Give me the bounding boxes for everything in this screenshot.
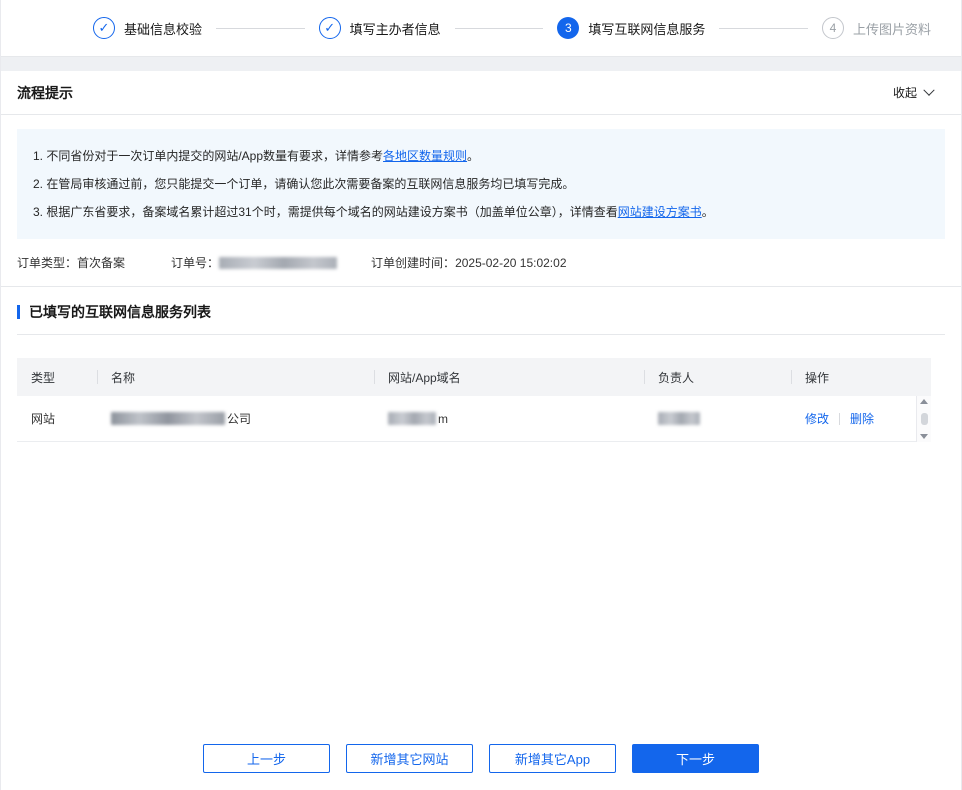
step-upload-materials: 4 上传图片资料: [821, 17, 931, 39]
tip-text: 1. 不同省份对于一次订单内提交的网站/App数量有要求，详情参考: [33, 149, 384, 163]
region-quota-rules-link[interactable]: 各地区数量规则: [383, 149, 467, 163]
add-other-website-button[interactable]: 新增其它网站: [346, 744, 473, 773]
column-header-action: 操作: [791, 358, 915, 396]
step-indicator: ✓ 基础信息校验 ✓ 填写主办者信息 3 填写互联网信息服务 4 上传图片资料: [1, 0, 961, 57]
section-underline: [17, 334, 945, 335]
process-tips-header: 流程提示 收起: [1, 71, 961, 115]
icp-filing-page: ✓ 基础信息校验 ✓ 填写主办者信息 3 填写互联网信息服务 4 上传图片资料 …: [0, 0, 962, 790]
scroll-down-icon[interactable]: [920, 434, 928, 439]
website-construction-plan-link[interactable]: 网站建设方案书: [618, 205, 702, 219]
tip-line: 1. 不同省份对于一次订单内提交的网站/App数量有要求，详情参考各地区数量规则…: [33, 142, 929, 170]
column-header-type: 类型: [31, 370, 56, 385]
check-circle-icon: ✓: [93, 17, 115, 39]
redacted-company-name: [111, 412, 225, 425]
redacted-domain: [388, 412, 436, 425]
check-icon: ✓: [98, 20, 110, 35]
order-time-label: 订单创建时间：: [371, 256, 456, 270]
cell-domain: m: [374, 412, 644, 426]
step-number-badge: 4: [821, 17, 844, 39]
table-row: 网站 公司 m 修改 删除: [17, 396, 931, 442]
order-number-label: 订单号：: [171, 256, 220, 270]
chevron-down-icon: [923, 84, 935, 96]
column-header-name: 名称: [97, 358, 374, 396]
scroll-up-icon[interactable]: [920, 399, 928, 404]
page-gap: [1, 57, 961, 71]
order-number: 订单号：: [171, 254, 338, 271]
step-connector-line: [454, 27, 544, 29]
step-label: 上传图片资料: [852, 21, 931, 37]
step-connector-line: [719, 27, 808, 29]
step-basic-info: ✓ 基础信息校验: [93, 17, 202, 39]
tip-line: 3. 根据广东省要求，备案域名累计超过31个时，需提供每个域名的网站建设方案书（…: [33, 198, 929, 226]
tip-text: 。: [467, 149, 480, 163]
service-list-section-header: 已填写的互联网信息服务列表: [1, 287, 961, 334]
delete-link[interactable]: 删除: [850, 410, 874, 427]
check-icon: ✓: [324, 20, 336, 35]
main-panel: 流程提示 收起 1. 不同省份对于一次订单内提交的网站/App数量有要求，详情参…: [1, 71, 961, 790]
table-header-row: 类型 名称 网站/App域名 负责人 操作: [17, 358, 931, 396]
table-scrollbar[interactable]: [916, 396, 931, 442]
tip-text: 3. 根据广东省要求，备案域名累计超过31个时，需提供每个域名的网站建设方案书（…: [33, 205, 618, 219]
cell-name: 公司: [97, 410, 374, 427]
tips-box: 1. 不同省份对于一次订单内提交的网站/App数量有要求，详情参考各地区数量规则…: [17, 129, 945, 239]
column-header-domain: 网站/App域名: [374, 358, 644, 396]
section-title-text: 已填写的互联网信息服务列表: [29, 304, 211, 320]
domain-suffix: m: [438, 411, 448, 426]
panel-title: 流程提示: [17, 84, 73, 101]
redacted-order-number: [219, 256, 338, 269]
order-type-label: 订单类型：: [17, 256, 78, 270]
tip-line: 2. 在管局审核通过前，您只能提交一个订单，请确认您此次需要备案的互联网信息服务…: [33, 170, 929, 198]
order-type: 订单类型： 首次备案: [17, 254, 125, 271]
step-number-badge: 3: [557, 17, 580, 39]
company-name-suffix: 公司: [227, 412, 252, 426]
tip-text: 2. 在管局审核通过前，您只能提交一个订单，请确认您此次需要备案的互联网信息服务…: [33, 177, 575, 191]
next-step-button[interactable]: 下一步: [632, 744, 759, 773]
collapse-label: 收起: [892, 86, 917, 100]
service-table: 类型 名称 网站/App域名 负责人 操作 网站 公司 m 修改 删除: [17, 358, 931, 442]
cell-type: 网站: [31, 412, 56, 426]
previous-step-button[interactable]: 上一步: [203, 744, 330, 773]
check-circle-icon: ✓: [318, 17, 341, 39]
section-accent-bar: [17, 305, 20, 319]
step-label: 基础信息校验: [124, 21, 203, 37]
scrollbar-thumb[interactable]: [920, 413, 928, 425]
cell-actions: 修改 删除: [791, 410, 915, 427]
order-info-row: 订单类型： 首次备案 订单号： 订单创建时间： 2025-02-20 15:02…: [1, 239, 961, 286]
cell-owner: [644, 412, 791, 425]
add-other-app-button[interactable]: 新增其它App: [489, 744, 616, 773]
order-created-time: 订单创建时间： 2025-02-20 15:02:02: [371, 254, 566, 271]
order-type-value: 首次备案: [77, 256, 126, 270]
footer-actions: 上一步 新增其它网站 新增其它App 下一步: [1, 744, 961, 773]
redacted-owner-name: [658, 412, 700, 425]
step-organizer-info: ✓ 填写主办者信息: [318, 17, 441, 39]
step-internet-service: 3 填写互联网信息服务: [557, 17, 705, 39]
action-separator: [839, 412, 841, 425]
edit-link[interactable]: 修改: [805, 410, 829, 427]
column-header-owner: 负责人: [644, 358, 791, 396]
collapse-toggle[interactable]: 收起: [892, 84, 935, 101]
order-time-value: 2025-02-20 15:02:02: [455, 255, 567, 270]
step-connector-line: [216, 27, 305, 29]
step-label: 填写主办者信息: [349, 21, 441, 37]
tip-text: 。: [701, 205, 714, 219]
step-label: 填写互联网信息服务: [588, 21, 706, 37]
